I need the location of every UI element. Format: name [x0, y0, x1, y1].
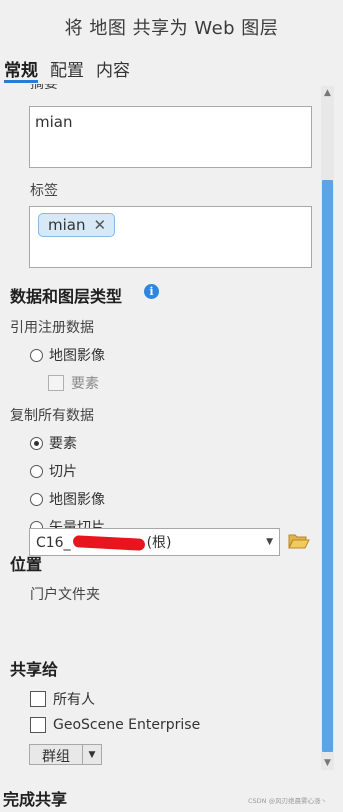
copy-all-data-label: 复制所有数据	[10, 408, 94, 424]
checkbox-geoscene-enterprise[interactable]: GeoScene Enterprise	[30, 717, 200, 733]
radio-button[interactable]	[30, 492, 43, 506]
group-button-label: 群组	[30, 745, 83, 765]
radio-label: 地图影像	[49, 348, 105, 364]
radio-copy-features[interactable]: 要素	[30, 433, 77, 453]
tags-input[interactable]: mian ✕	[29, 206, 312, 268]
pane-title: 将 地图 共享为 Web 图层	[64, 18, 279, 39]
scroll-thumb[interactable]	[322, 180, 333, 752]
summary-label: 摘要	[30, 84, 58, 92]
vertical-scrollbar[interactable]: ▲ ▼	[321, 86, 334, 770]
radio-reference-map-image[interactable]: 地图影像	[30, 345, 105, 365]
tab-general[interactable]: 常规	[4, 56, 38, 81]
chevron-down-icon: ▼	[266, 537, 273, 547]
radio-label: 要素	[49, 436, 77, 452]
checkbox-label: 所有人	[53, 692, 95, 708]
remove-tag-icon[interactable]: ✕	[93, 216, 106, 234]
folder-value-prefix: C16_	[36, 535, 71, 551]
checkbox-label: GeoScene Enterprise	[53, 717, 201, 733]
radio-copy-map-image[interactable]: 地图影像	[30, 489, 105, 509]
tag-chip-label: mian	[48, 216, 86, 234]
radio-label: 切片	[49, 464, 77, 480]
folder-open-icon[interactable]	[288, 533, 310, 549]
radio-label: 地图影像	[49, 492, 105, 508]
checkbox[interactable]	[30, 717, 46, 733]
reference-registered-data-label: 引用注册数据	[10, 320, 94, 336]
scroll-down-arrow-icon[interactable]: ▼	[321, 756, 334, 770]
share-with-heading: 共享给	[10, 660, 59, 679]
checkbox[interactable]	[30, 691, 46, 707]
tab-content[interactable]: 内容	[96, 56, 130, 81]
portal-folder-label: 门户文件夹	[30, 587, 100, 603]
finish-sharing-heading: 完成共享	[3, 790, 68, 809]
active-tab-indicator	[4, 80, 38, 83]
info-icon[interactable]: i	[144, 284, 159, 299]
redaction-mark	[72, 535, 145, 551]
folder-value-suffix: (根)	[146, 535, 172, 551]
scroll-up-arrow-icon[interactable]: ▲	[321, 86, 334, 100]
portal-folder-dropdown[interactable]: C16_ (根) ▼	[29, 528, 280, 556]
radio-button[interactable]	[30, 436, 43, 450]
data-layer-type-heading: 数据和图层类型	[10, 287, 123, 306]
tag-chip: mian ✕	[38, 213, 116, 237]
chevron-down-icon[interactable]: ▼	[83, 745, 101, 764]
tags-label: 标签	[30, 183, 58, 199]
checkbox-reference-features: 要素	[48, 373, 99, 393]
radio-button[interactable]	[30, 464, 43, 478]
portal-folder-value: C16_ (根)	[36, 532, 266, 552]
radio-copy-tiles[interactable]: 切片	[30, 461, 77, 481]
watermark: CSDN @风刃绝晨雾心涨丶	[248, 797, 328, 805]
checkbox-label: 要素	[71, 376, 99, 392]
checkbox	[48, 375, 64, 391]
group-dropdown-button[interactable]: 群组 ▼	[29, 744, 102, 765]
checkbox-everyone[interactable]: 所有人	[30, 689, 95, 709]
tab-bar: 常规 配置 内容	[4, 56, 130, 81]
tab-configuration[interactable]: 配置	[50, 56, 84, 81]
summary-textarea[interactable]: mian	[29, 106, 312, 168]
radio-button[interactable]	[30, 348, 43, 362]
